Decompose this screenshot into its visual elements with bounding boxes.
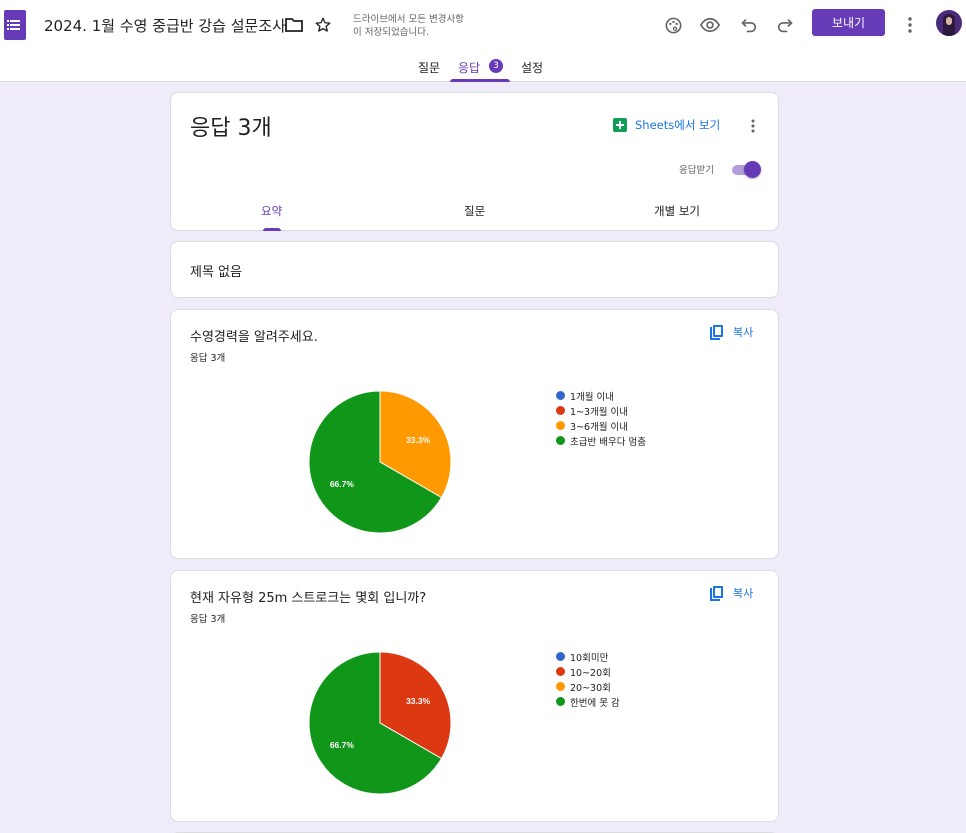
legend-label: 10회미만 [570,652,609,664]
section-card: 제목 없음 [170,241,779,298]
toggle-knob[interactable] [744,161,761,178]
legend-label: 20~30회 [570,682,611,694]
legend-item: 10회미만 [556,649,620,664]
subtab-question[interactable]: 질문 [464,203,485,219]
top-bar: 2024. 1월 수영 중급반 강습 설문조사 드라이브에서 모든 변경사항 이… [0,0,966,82]
document-title[interactable]: 2024. 1월 수영 중급반 강습 설문조사 [44,15,286,36]
copy-chart-button[interactable]: 복사 [710,324,753,340]
legend-label: 1개월 이내 [570,391,615,403]
send-button[interactable]: 보내기 [812,9,885,36]
legend-label: 3~6개월 이내 [570,421,629,433]
legend-item: 1개월 이내 [556,388,646,403]
subtab-summary[interactable]: 요약 [261,203,282,219]
response-count: 응답 3개 [190,353,226,364]
chart-legend-1: 1개월 이내 1~3개월 이내 3~6개월 이내초급반 배우다 멈춤 [556,388,646,448]
undo-icon[interactable] [737,14,759,36]
responses-more-icon[interactable] [746,117,760,135]
tab-responses[interactable]: 응답 [458,59,480,76]
question-title: 수영경력을 알려주세요. [190,330,318,345]
tab-settings[interactable]: 설정 [521,59,543,76]
question-card-2: 현재 자유형 25m 스트로크는 몇회 입니까? 응답 3개 복사 33.3% 6… [170,570,779,822]
folder-icon[interactable] [283,14,305,36]
save-status: 드라이브에서 모든 변경사항 이 저장되었습니다. [353,14,464,38]
forms-app-icon[interactable] [4,10,26,40]
view-in-sheets-link[interactable]: Sheets에서 보기 [613,117,720,133]
slice-label-2: 33.3% [406,435,431,445]
responses-card: 응답 3개 Sheets에서 보기 응답받기 요약 질문 개별 보기 [170,92,779,231]
chart-legend-2: 10회미만 10~20회 20~30회한번에 못 감 [556,649,620,709]
tab-questions[interactable]: 질문 [418,59,440,76]
legend-swatch [556,406,565,415]
copy-icon [710,585,723,601]
legend-label: 한번에 못 감 [570,697,620,709]
legend-item: 1~3개월 이내 [556,403,646,418]
eye-icon[interactable] [699,14,721,36]
more-vert-icon[interactable] [899,14,921,36]
legend-swatch [556,436,565,445]
redo-icon[interactable] [774,14,796,36]
copy-chart-button[interactable]: 복사 [710,585,753,601]
palette-icon[interactable] [662,14,684,36]
question-title: 현재 자유형 25m 스트로크는 몇회 입니까? [190,591,427,606]
legend-swatch [556,421,565,430]
responses-title: 응답 3개 [190,116,272,141]
legend-item: 10~20회 [556,664,620,679]
legend-item: 20~30회 [556,679,620,694]
legend-label: 1~3개월 이내 [570,406,629,418]
section-title: 제목 없음 [190,265,242,280]
slice-label-1: 33.3% [406,696,431,706]
avatar[interactable] [936,10,962,36]
legend-item: 3~6개월 이내 [556,418,646,433]
legend-swatch [556,697,565,706]
legend-swatch [556,391,565,400]
legend-item: 한번에 못 감 [556,694,620,709]
legend-label: 10~20회 [570,667,611,679]
active-tab-indicator [450,79,510,82]
legend-swatch [556,682,565,691]
legend-swatch [556,652,565,661]
question-card-1: 수영경력을 알려주세요. 응답 3개 복사 33.3% 66.7% 1개월 이내 1… [170,309,779,559]
subtab-individual[interactable]: 개별 보기 [654,203,700,219]
subtab-indicator [263,228,281,231]
sheets-icon [613,118,627,132]
legend-label: 초급반 배우다 멈춤 [570,436,646,448]
star-icon[interactable] [312,14,334,36]
slice-label-3: 66.7% [330,740,355,750]
legend-item: 초급반 배우다 멈춤 [556,433,646,448]
legend-swatch [556,667,565,676]
pie-chart-1: 33.3% 66.7% [308,390,452,534]
pie-chart-2: 33.3% 66.7% [308,651,452,795]
response-count: 응답 3개 [190,614,226,625]
slice-label-3: 66.7% [330,479,355,489]
copy-icon [710,324,723,340]
accepting-responses-label: 응답받기 [679,165,714,176]
responses-count-badge: 3 [489,59,503,73]
